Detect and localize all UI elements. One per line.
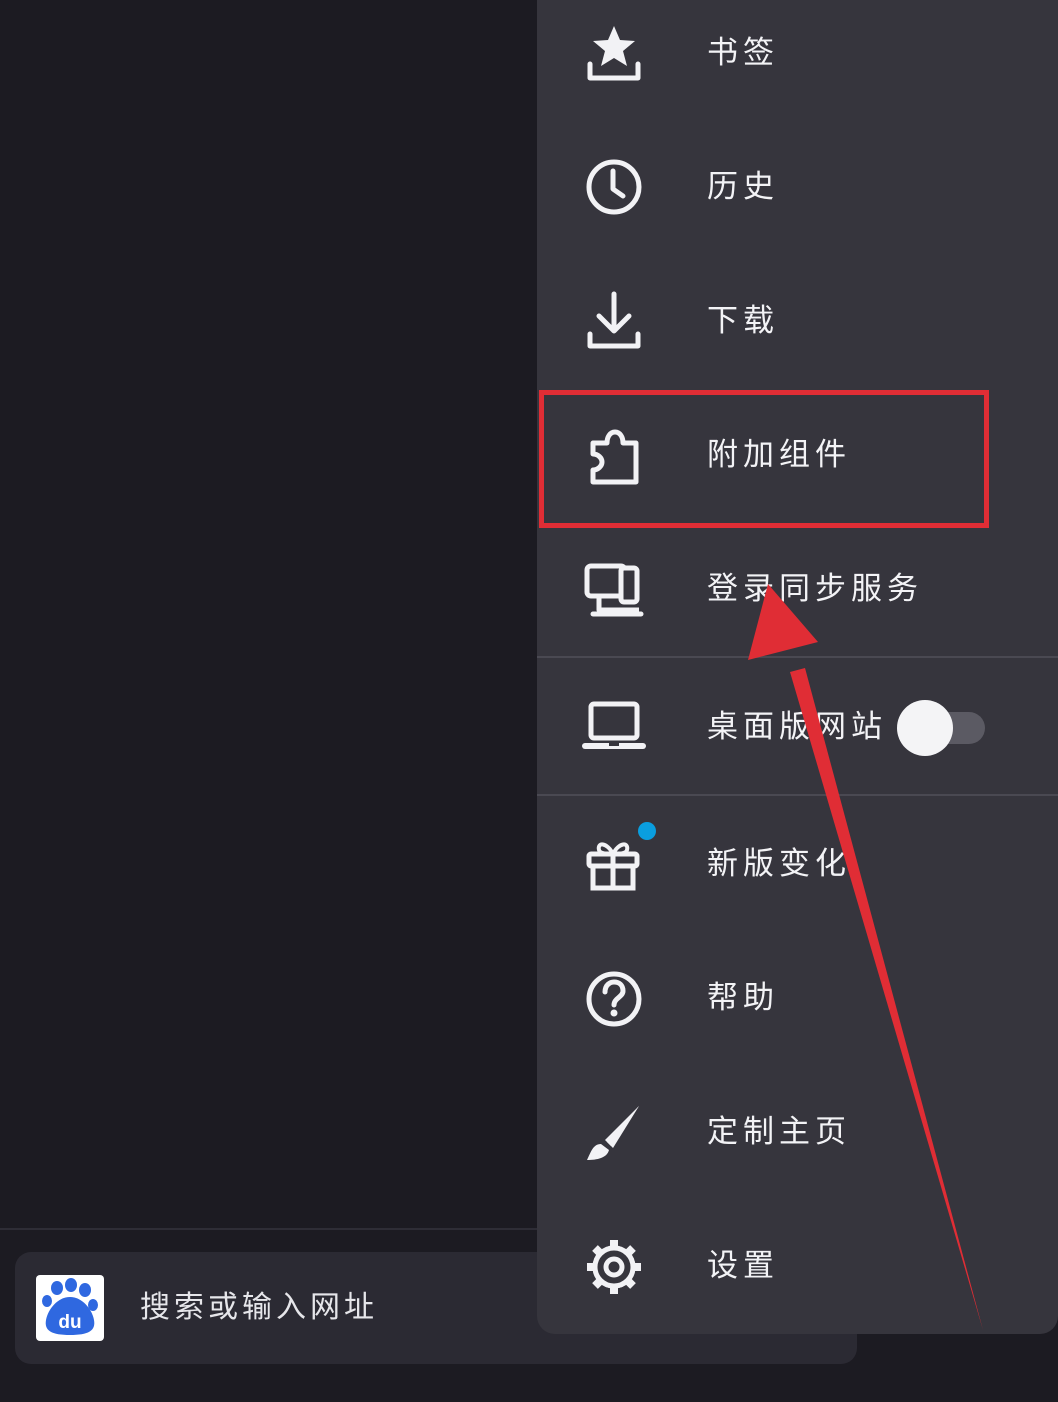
bookmark-star-icon bbox=[581, 20, 647, 86]
overflow-menu: 书签 历史 下载 附加组件 登录同步服务 桌面版网站 新版变化 帮助 定制主页 … bbox=[537, 0, 1058, 1334]
engine-logo-text: du bbox=[58, 1312, 81, 1333]
menu-item-label: 新版变化 bbox=[707, 846, 851, 882]
gear-icon bbox=[581, 1234, 647, 1300]
sync-devices-icon bbox=[581, 558, 647, 624]
menu-item-label: 历史 bbox=[707, 169, 779, 205]
toggle-thumb bbox=[897, 700, 953, 756]
menu-item-help[interactable]: 帮助 bbox=[537, 932, 1058, 1066]
menu-item-label: 桌面版网站 bbox=[707, 709, 887, 745]
menu-item-downloads[interactable]: 下载 bbox=[537, 268, 1058, 402]
menu-item-label: 登录同步服务 bbox=[707, 571, 923, 607]
menu-item-label: 帮助 bbox=[707, 980, 779, 1016]
toolbar-divider bbox=[0, 1228, 540, 1230]
menu-item-settings[interactable]: 设置 bbox=[537, 1200, 1058, 1334]
address-placeholder[interactable]: 搜索或输入网址 bbox=[140, 1286, 378, 1330]
help-circle-icon bbox=[581, 966, 647, 1032]
menu-item-label: 定制主页 bbox=[707, 1114, 851, 1150]
notification-badge-dot bbox=[638, 822, 656, 840]
menu-item-sync-signin[interactable]: 登录同步服务 bbox=[537, 536, 1058, 670]
download-icon bbox=[581, 288, 647, 354]
clock-icon bbox=[581, 154, 647, 220]
annotation-highlight-box bbox=[539, 390, 989, 528]
baidu-paw-icon[interactable]: du bbox=[36, 1275, 104, 1341]
menu-item-history[interactable]: 历史 bbox=[537, 134, 1058, 268]
menu-item-label: 书签 bbox=[707, 35, 779, 71]
menu-item-label: 设置 bbox=[707, 1248, 779, 1284]
menu-item-label: 下载 bbox=[707, 303, 779, 339]
brush-icon bbox=[581, 1100, 647, 1166]
menu-item-whats-new[interactable]: 新版变化 bbox=[537, 798, 1058, 932]
gift-icon bbox=[581, 832, 647, 898]
menu-divider bbox=[537, 656, 1058, 658]
menu-divider bbox=[537, 794, 1058, 796]
laptop-icon bbox=[581, 694, 647, 760]
menu-item-customize-homepage[interactable]: 定制主页 bbox=[537, 1066, 1058, 1200]
menu-item-bookmarks[interactable]: 书签 bbox=[537, 0, 1058, 134]
desktop-site-toggle[interactable] bbox=[897, 700, 987, 756]
menu-item-desktop-site[interactable]: 桌面版网站 bbox=[537, 672, 1058, 806]
